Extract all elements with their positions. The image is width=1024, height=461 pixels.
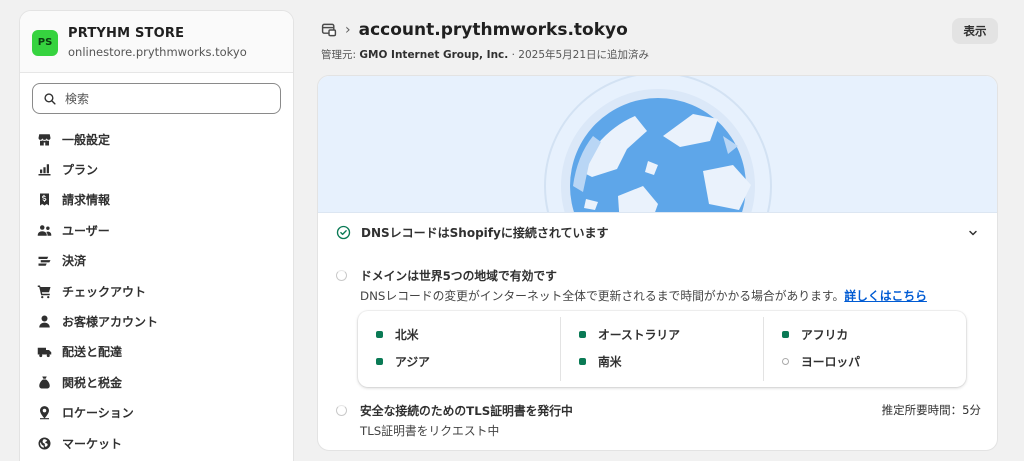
page-title: account.prythmworks.tokyo: [358, 20, 628, 40]
store-switcher[interactable]: PS PRTYHM STORE onlinestore.prythmworks.…: [20, 11, 293, 73]
plan-icon: [36, 162, 52, 178]
region-label: ヨーロッパ: [801, 355, 860, 369]
sidebar-item-label: 決済: [62, 254, 87, 269]
region-asia: アジア: [376, 348, 560, 375]
sidebar-item-label: チェックアウト: [62, 284, 147, 299]
sidebar-item-locations[interactable]: ロケーション: [20, 398, 293, 428]
active-dot-icon: [579, 331, 586, 338]
added-date: · 2025年5月21日に追加済み: [511, 49, 650, 61]
tls-estimate: 推定所要時間：5分: [881, 403, 981, 417]
settings-nav: 一般設定 プラン 請求情報 ユーザー 決済 チェックアウト お客様アカウント 配…: [20, 122, 293, 458]
sidebar-item-billing[interactable]: 請求情報: [20, 185, 293, 215]
settings-sidebar: PS PRTYHM STORE onlinestore.prythmworks.…: [19, 10, 294, 461]
store-icon: [36, 131, 52, 147]
sidebar-item-label: 一般設定: [62, 132, 111, 147]
truck-icon: [36, 344, 52, 360]
cart-icon: [36, 283, 52, 299]
check-circle-icon: [336, 225, 351, 240]
regions-step-desc: DNSレコードの変更がインターネット全体で更新されるまで時間がかかる場合がありま…: [360, 287, 927, 304]
globe-illustration: [318, 76, 997, 213]
sidebar-item-plan[interactable]: プラン: [20, 154, 293, 184]
dns-status-row[interactable]: DNSレコードはShopifyに接続されています: [318, 224, 997, 241]
globe-icon: [544, 76, 772, 212]
sidebar-item-checkout[interactable]: チェックアウト: [20, 276, 293, 306]
sidebar-item-label: ユーザー: [62, 223, 110, 238]
sidebar-item-label: 配送と配達: [62, 345, 123, 360]
tls-step-desc: TLS証明書をリクエスト中: [360, 424, 500, 438]
region-column: オーストラリア 南米: [561, 317, 764, 381]
users-icon: [36, 222, 52, 238]
region-label: アジア: [395, 355, 430, 369]
regions-step-title: ドメインは世界5つの地域で有効です: [360, 269, 557, 283]
dns-status-text: DNSレコードはShopifyに接続されています: [361, 226, 609, 240]
show-button[interactable]: 表示: [952, 18, 998, 44]
chevron-down-icon[interactable]: [967, 227, 979, 239]
learn-more-link[interactable]: 詳しくはこちら: [844, 289, 927, 303]
person-icon: [36, 314, 52, 330]
spinner-icon: [336, 405, 347, 416]
domain-status-card: DNSレコードはShopifyに接続されています ドメインは世界5つの地域で有効…: [317, 75, 998, 451]
region-label: 北米: [395, 328, 419, 342]
sidebar-item-shipping[interactable]: 配送と配達: [20, 337, 293, 367]
sidebar-item-label: プラン: [62, 163, 99, 178]
region-australia: オーストラリア: [579, 321, 763, 348]
region-south-america: 南米: [579, 348, 763, 375]
region-europe: ヨーロッパ: [782, 348, 966, 375]
sidebar-item-label: 関税と税金: [62, 375, 123, 390]
domain-icon[interactable]: [321, 22, 337, 38]
sidebar-item-label: ロケーション: [62, 406, 134, 421]
payments-icon: [36, 253, 52, 269]
domain-meta: 管理元: GMO Internet Group, Inc. · 2025年5月2…: [321, 47, 649, 62]
spinner-icon: [336, 270, 347, 281]
sidebar-item-customer-accounts[interactable]: お客様アカウント: [20, 306, 293, 336]
sidebar-item-label: 請求情報: [62, 193, 111, 208]
search-input[interactable]: 検索: [32, 83, 281, 114]
active-dot-icon: [376, 331, 383, 338]
active-dot-icon: [376, 358, 383, 365]
region-africa: アフリカ: [782, 321, 966, 348]
region-column: 北米 アジア: [358, 317, 561, 381]
billing-icon: [36, 192, 52, 208]
region-label: アフリカ: [801, 328, 849, 342]
active-dot-icon: [782, 331, 789, 338]
store-name: PRTYHM STORE: [68, 26, 185, 41]
sidebar-item-general[interactable]: 一般設定: [20, 124, 293, 154]
sidebar-item-taxes[interactable]: 関税と税金: [20, 367, 293, 397]
pending-dot-icon: [782, 358, 789, 365]
active-dot-icon: [579, 358, 586, 365]
managed-by-provider: GMO Internet Group, Inc.: [359, 49, 509, 61]
sidebar-item-markets[interactable]: マーケット: [20, 428, 293, 458]
regions-desc-text: DNSレコードの変更がインターネット全体で更新されるまで時間がかかる場合がありま…: [360, 289, 845, 303]
store-avatar: PS: [32, 29, 58, 56]
sidebar-item-users[interactable]: ユーザー: [20, 215, 293, 245]
region-label: 南米: [598, 355, 622, 369]
tls-step-title: 安全な接続のためのTLS証明書を発行中: [360, 404, 573, 418]
store-domain: onlinestore.prythmworks.tokyo: [68, 45, 247, 59]
managed-by-label: 管理元:: [321, 49, 357, 61]
sidebar-item-payments[interactable]: 決済: [20, 246, 293, 276]
tax-icon: [36, 374, 52, 390]
regions-panel: 北米 アジア オーストラリア 南米 アフリカ ヨーロッパ: [358, 311, 966, 387]
sidebar-item-label: お客様アカウント: [62, 315, 159, 330]
region-label: オーストラリア: [598, 328, 680, 342]
search-icon: [44, 92, 56, 105]
search-placeholder: 検索: [65, 92, 90, 106]
location-icon: [36, 405, 52, 421]
sidebar-item-label: マーケット: [62, 436, 123, 451]
region-column: アフリカ ヨーロッパ: [764, 317, 966, 381]
globe-icon: [36, 435, 52, 451]
chevron-right-icon: ›: [345, 22, 351, 38]
region-north-america: 北米: [376, 321, 560, 348]
domain-breadcrumb: › account.prythmworks.tokyo: [321, 20, 628, 40]
